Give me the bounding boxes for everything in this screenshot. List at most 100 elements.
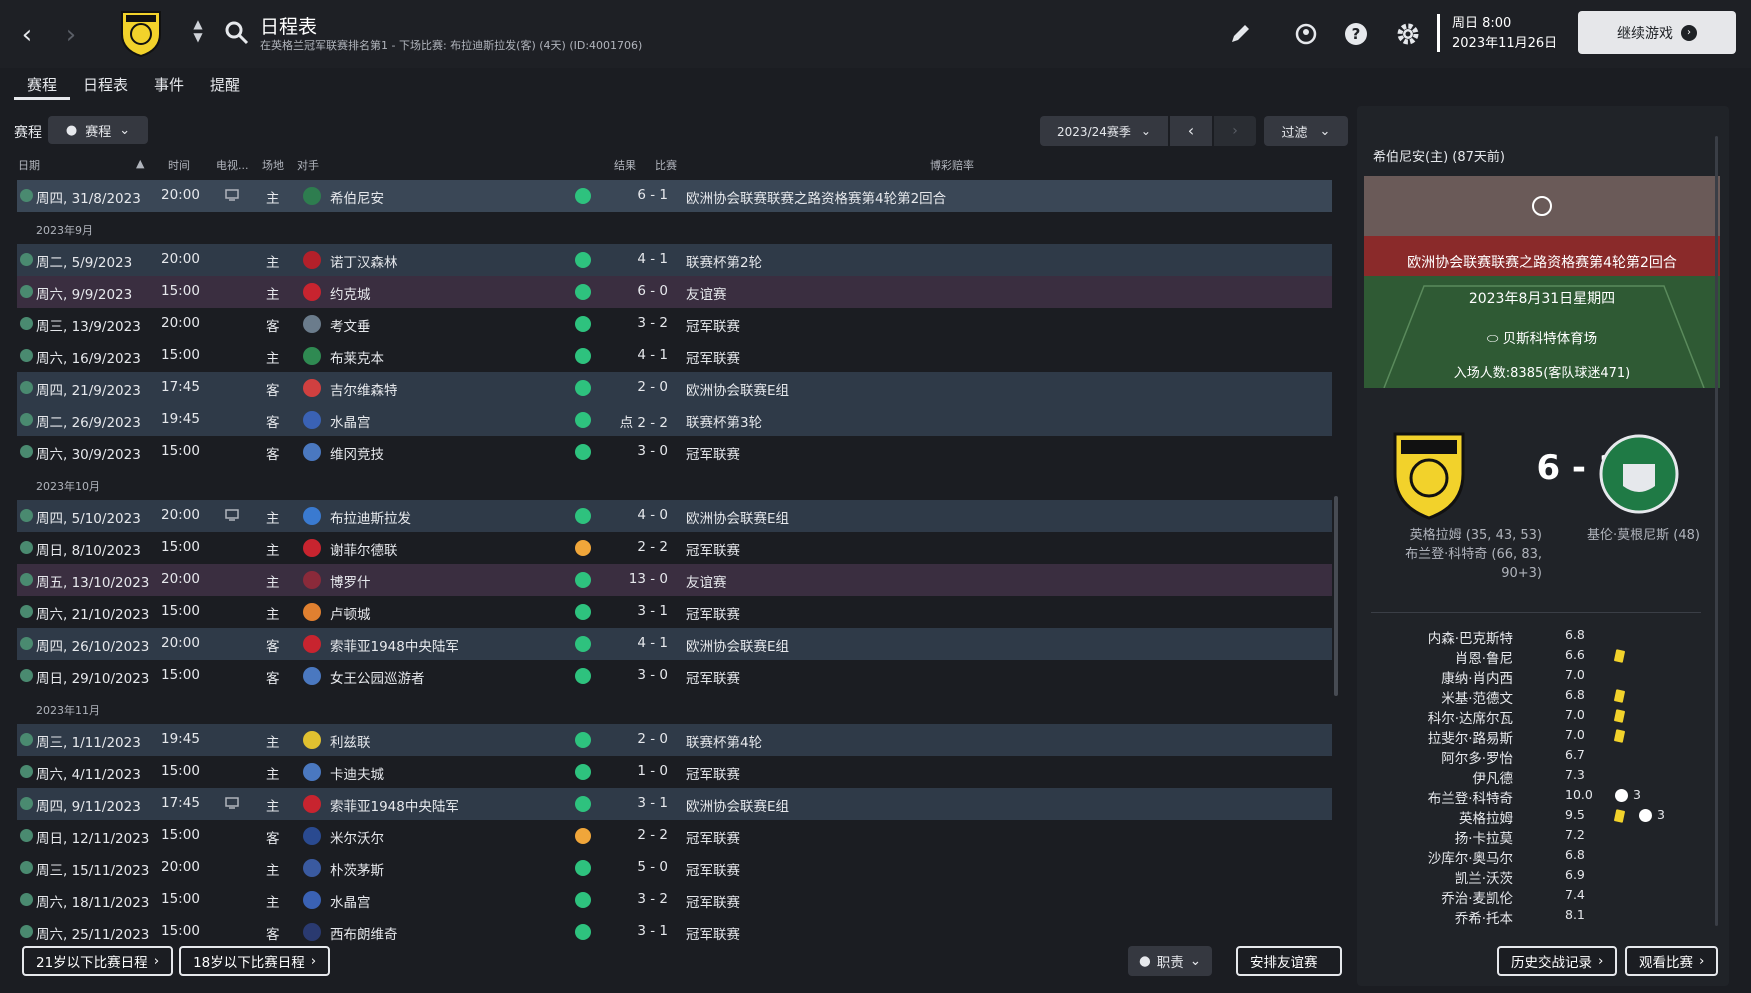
- fixture-competition[interactable]: 欧洲协会联赛联赛之路资格赛第4轮第2回合: [686, 187, 946, 207]
- tab-reminders[interactable]: 提醒: [197, 70, 253, 100]
- table-row[interactable]: 周五, 13/10/2023 20:00 主 博罗什 13 - 0 友谊赛: [17, 564, 1332, 596]
- col-odds[interactable]: 博彩赔率: [930, 157, 974, 173]
- col-competition[interactable]: 比赛: [655, 157, 677, 173]
- table-row[interactable]: 周六, 21/10/2023 15:00 主 卢顿城 3 - 1 冠军联赛: [17, 596, 1332, 628]
- player-rating-row[interactable]: 伊凡德 7.3: [1357, 766, 1729, 787]
- opponent-name[interactable]: 卢顿城: [330, 603, 371, 623]
- table-row[interactable]: 周三, 15/11/2023 20:00 主 朴茨茅斯 5 - 0 冠军联赛: [17, 852, 1332, 884]
- table-row[interactable]: 周二, 5/9/2023 20:00 主 诺丁汉森林 4 - 1 联赛杯第2轮: [17, 244, 1332, 276]
- player-name[interactable]: 米基·范德文: [1441, 687, 1513, 707]
- player-rating-row[interactable]: 肖恩·鲁尼 6.6: [1357, 646, 1729, 667]
- social-icon[interactable]: [1292, 20, 1320, 48]
- opponent-name[interactable]: 水晶宫: [330, 891, 371, 911]
- opponent-name[interactable]: 希伯尼安: [330, 187, 384, 207]
- table-row[interactable]: 周日, 29/10/2023 15:00 客 女王公园巡游者 3 - 0 冠军联…: [17, 660, 1332, 692]
- fixture-competition[interactable]: 冠军联赛: [686, 923, 740, 943]
- settings-gear-icon[interactable]: [1394, 20, 1422, 48]
- table-row[interactable]: 周四, 26/10/2023 20:00 客 索菲亚1948中央陆军 4 - 1…: [17, 628, 1332, 660]
- opponent-name[interactable]: 朴茨茅斯: [330, 859, 384, 879]
- fixture-competition[interactable]: 欧洲协会联赛E组: [686, 795, 789, 815]
- player-name[interactable]: 乔治·麦凯伦: [1441, 887, 1513, 907]
- arrange-friendly-button[interactable]: 安排友谊赛: [1236, 946, 1342, 976]
- opponent-name[interactable]: 米尔沃尔: [330, 827, 384, 847]
- player-name[interactable]: 肖恩·鲁尼: [1455, 647, 1513, 667]
- table-row[interactable]: 周六, 25/11/2023 15:00 客 西布朗维奇 3 - 1 冠军联赛: [17, 916, 1332, 948]
- next-season-button[interactable]: ›: [1214, 116, 1256, 146]
- club-crest-icon[interactable]: [118, 8, 164, 58]
- opponent-name[interactable]: 约克城: [330, 283, 371, 303]
- fixture-competition[interactable]: 欧洲协会联赛E组: [686, 379, 789, 399]
- search-icon[interactable]: [224, 20, 250, 46]
- col-opponent[interactable]: 对手: [297, 157, 319, 173]
- table-row[interactable]: 周二, 26/9/2023 19:45 客 水晶宫 点 2 - 2 联赛杯第3轮: [17, 404, 1332, 436]
- opponent-name[interactable]: 谢菲尔德联: [330, 539, 398, 559]
- table-row[interactable]: 周三, 1/11/2023 19:45 主 利兹联 2 - 0 联赛杯第4轮: [17, 724, 1332, 756]
- fixture-competition[interactable]: 冠军联赛: [686, 347, 740, 367]
- opponent-name[interactable]: 诺丁汉森林: [330, 251, 398, 271]
- col-venue[interactable]: 场地: [262, 157, 284, 173]
- player-name[interactable]: 伊凡德: [1473, 767, 1514, 787]
- fixture-competition[interactable]: 联赛杯第4轮: [686, 731, 762, 751]
- view-dropdown[interactable]: ● 赛程 ⌄: [48, 116, 148, 144]
- player-rating-row[interactable]: 乔治·麦凯伦 7.4: [1357, 886, 1729, 907]
- player-name[interactable]: 布兰登·科特奇: [1428, 787, 1513, 807]
- edit-icon[interactable]: [1226, 20, 1254, 48]
- col-result[interactable]: 结果: [614, 157, 636, 173]
- forward-arrow-icon[interactable]: ›: [58, 20, 84, 50]
- u18-fixtures-button[interactable]: 18岁以下比赛日程 ›: [179, 946, 331, 976]
- fixture-competition[interactable]: 友谊赛: [686, 571, 727, 591]
- opponent-name[interactable]: 考文垂: [330, 315, 371, 335]
- player-name[interactable]: 英格拉姆: [1459, 807, 1513, 827]
- fixture-competition[interactable]: 冠军联赛: [686, 667, 740, 687]
- continue-button[interactable]: 继续游戏 ›: [1578, 11, 1736, 54]
- filter-dropdown[interactable]: 过滤 ⌄: [1264, 116, 1348, 146]
- fixture-competition[interactable]: 冠军联赛: [686, 443, 740, 463]
- player-name[interactable]: 扬·卡拉莫: [1455, 827, 1513, 847]
- side-scrollbar[interactable]: [1715, 136, 1718, 926]
- player-rating-row[interactable]: 布兰登·科特奇 10.0 3: [1357, 786, 1729, 807]
- col-time[interactable]: 时间: [168, 157, 190, 173]
- player-rating-row[interactable]: 英格拉姆 9.5 3: [1357, 806, 1729, 827]
- tab-calendar[interactable]: 日程表: [70, 70, 141, 100]
- table-row[interactable]: 周六, 4/11/2023 15:00 主 卡迪夫城 1 - 0 冠军联赛: [17, 756, 1332, 788]
- fixture-competition[interactable]: 冠军联赛: [686, 827, 740, 847]
- player-rating-row[interactable]: 阿尔多·罗怡 6.7: [1357, 746, 1729, 767]
- fixture-competition[interactable]: 冠军联赛: [686, 539, 740, 559]
- player-rating-row[interactable]: 拉斐尔·路易斯 7.0: [1357, 726, 1729, 747]
- player-name[interactable]: 内森·巴克斯特: [1428, 627, 1513, 647]
- season-dropdown[interactable]: 2023/24赛季 ⌄: [1040, 116, 1168, 146]
- opponent-name[interactable]: 水晶宫: [330, 411, 371, 431]
- table-row[interactable]: 周六, 16/9/2023 15:00 主 布莱克本 4 - 1 冠军联赛: [17, 340, 1332, 372]
- fixture-competition[interactable]: 冠军联赛: [686, 603, 740, 623]
- fixture-competition[interactable]: 欧洲协会联赛E组: [686, 507, 789, 527]
- fixture-competition[interactable]: 冠军联赛: [686, 859, 740, 879]
- table-row[interactable]: 周六, 18/11/2023 15:00 主 水晶宫 3 - 2 冠军联赛: [17, 884, 1332, 916]
- fixture-competition[interactable]: 冠军联赛: [686, 891, 740, 911]
- player-rating-row[interactable]: 米基·范德文 6.8: [1357, 686, 1729, 707]
- opponent-name[interactable]: 博罗什: [330, 571, 371, 591]
- table-row[interactable]: 周四, 21/9/2023 17:45 客 吉尔维森特 2 - 0 欧洲协会联赛…: [17, 372, 1332, 404]
- player-name[interactable]: 沙库尔·奥马尔: [1428, 847, 1513, 867]
- tab-fixtures[interactable]: 赛程: [14, 70, 71, 100]
- table-row[interactable]: 周六, 9/9/2023 15:00 主 约克城 6 - 0 友谊赛: [17, 276, 1332, 308]
- player-rating-row[interactable]: 乔希·托本 8.1: [1357, 906, 1729, 927]
- opponent-name[interactable]: 利兹联: [330, 731, 371, 751]
- duty-dropdown[interactable]: ● 职责 ⌄: [1128, 946, 1212, 976]
- col-tv[interactable]: 电视...: [216, 157, 249, 173]
- opponent-name[interactable]: 索菲亚1948中央陆军: [330, 635, 459, 655]
- opponent-name[interactable]: 布拉迪斯拉发: [330, 507, 411, 527]
- player-rating-row[interactable]: 科尔·达席尔瓦 7.0: [1357, 706, 1729, 727]
- opponent-name[interactable]: 索菲亚1948中央陆军: [330, 795, 459, 815]
- player-rating-row[interactable]: 扬·卡拉莫 7.2: [1357, 826, 1729, 847]
- fixture-competition[interactable]: 联赛杯第3轮: [686, 411, 762, 431]
- tab-events[interactable]: 事件: [141, 70, 197, 100]
- table-row[interactable]: 周四, 31/8/2023 20:00 主 希伯尼安 6 - 1 欧洲协会联赛联…: [17, 180, 1332, 212]
- fixture-competition[interactable]: 友谊赛: [686, 283, 727, 303]
- player-rating-row[interactable]: 沙库尔·奥马尔 6.8: [1357, 846, 1729, 867]
- head-to-head-button[interactable]: 历史交战记录 ›: [1497, 946, 1618, 976]
- player-name[interactable]: 阿尔多·罗怡: [1441, 747, 1513, 767]
- opponent-name[interactable]: 维冈竞技: [330, 443, 384, 463]
- sort-asc-icon[interactable]: ▲: [136, 157, 144, 170]
- opponent-name[interactable]: 吉尔维森特: [330, 379, 398, 399]
- table-row[interactable]: 周三, 13/9/2023 20:00 客 考文垂 3 - 2 冠军联赛: [17, 308, 1332, 340]
